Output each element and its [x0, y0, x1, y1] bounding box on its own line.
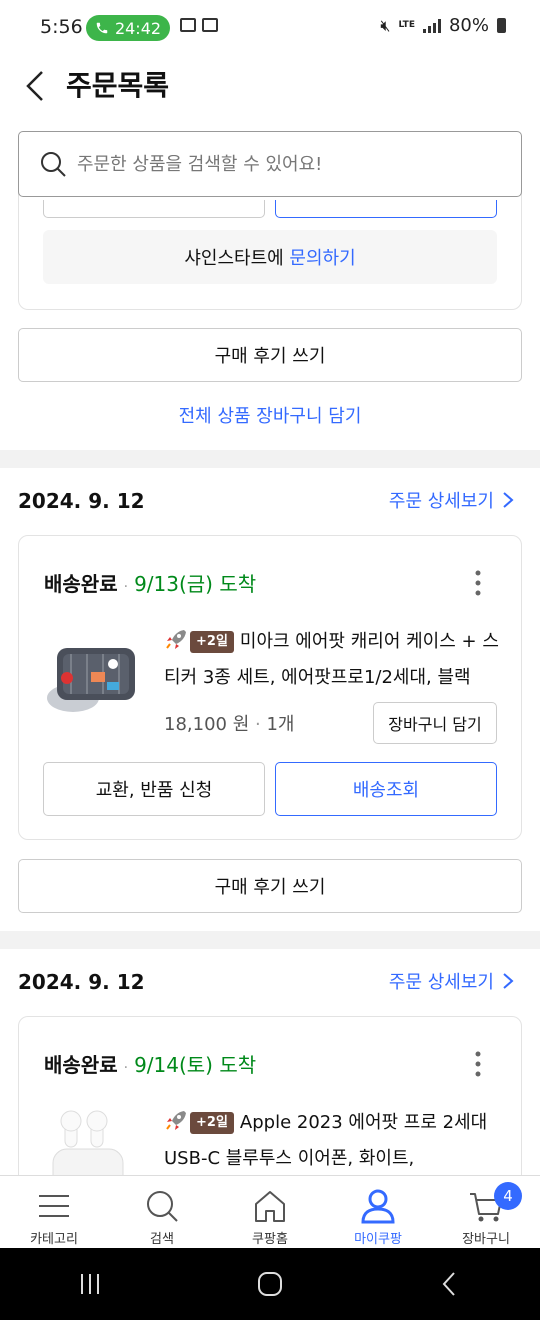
- video-icon: [202, 18, 218, 32]
- inquiry-link[interactable]: 문의하기: [289, 244, 355, 270]
- write-review-button[interactable]: 구매 후기 쓰기: [18, 859, 522, 913]
- mute-icon: 🔇︎: [380, 15, 391, 35]
- price-quantity: 18,100 원 · 1개: [164, 714, 295, 735]
- order-detail-link[interactable]: 주문 상세보기: [389, 487, 514, 513]
- tracking-button-partial[interactable]: [275, 200, 497, 218]
- delivery-status: 배송완료: [44, 572, 118, 596]
- delivery-status-line: 배송완료 · 9/13(금) 도착: [44, 568, 256, 597]
- product-quantity: 1개: [266, 714, 295, 735]
- delivery-days-badge: +2일: [190, 631, 234, 653]
- nav-search[interactable]: 검색: [108, 1176, 216, 1248]
- order-detail-label: 주문 상세보기: [388, 491, 494, 512]
- product-title[interactable]: +2일 미아크 에어팟 캐리어 케이스 + 스티커 3종 세트, 에어팟프로1/2…: [164, 624, 504, 696]
- lte-icon: LTE: [398, 20, 415, 30]
- call-timer: 24:42: [114, 18, 162, 38]
- add-to-cart-button[interactable]: 장바구니 담기: [373, 702, 497, 744]
- seller-inquiry-box[interactable]: 샤인스타트에 문의하기: [43, 230, 497, 284]
- exchange-return-button[interactable]: 교환, 반품 신청: [43, 762, 265, 816]
- arrival-date: 9/14(토) 도착: [134, 1053, 257, 1077]
- delivery-days-badge: +2일: [190, 1112, 234, 1134]
- status-time: 5:56: [40, 16, 83, 38]
- nav-home[interactable]: 쿠팡홈: [216, 1176, 324, 1248]
- search-bar[interactable]: [18, 131, 522, 197]
- order-date: 2024. 9. 12: [18, 489, 145, 513]
- product-thumbnail[interactable]: [43, 628, 143, 728]
- search-input[interactable]: [77, 153, 477, 175]
- add-all-to-cart-link[interactable]: 전체 상품 장바구니 담기: [0, 402, 540, 428]
- product-price: 18,100 원: [164, 714, 250, 735]
- order-date: 2024. 9. 12: [18, 970, 145, 994]
- recent-apps-icon[interactable]: [75, 1269, 105, 1299]
- track-delivery-button[interactable]: 배송조회: [275, 762, 497, 816]
- chevron-right-icon: [503, 973, 514, 989]
- section-divider: [0, 450, 540, 468]
- call-indicator[interactable]: 24:42: [86, 15, 170, 41]
- status-separator: ·: [123, 1060, 129, 1076]
- seller-inquiry-text: 샤인스타트에: [184, 248, 284, 269]
- nav-label: 쿠팡홈: [252, 1232, 288, 1247]
- home-icon: [255, 1191, 285, 1222]
- nav-category[interactable]: 카테고리: [0, 1176, 108, 1248]
- battery-icon: [497, 18, 506, 33]
- user-icon: [361, 1189, 395, 1224]
- chevron-right-icon: [503, 492, 514, 508]
- menu-icon: [39, 1195, 69, 1217]
- back-button-icon[interactable]: [435, 1269, 465, 1299]
- nav-label: 장바구니: [462, 1232, 510, 1247]
- exchange-button-partial[interactable]: [43, 200, 265, 218]
- more-options-icon[interactable]: [475, 1050, 481, 1078]
- search-icon: [41, 152, 66, 177]
- product-title[interactable]: +2일 Apple 2023 에어팟 프로 2세대 USB-C 블루투스 이어폰,…: [164, 1105, 504, 1177]
- search-icon: [147, 1191, 178, 1222]
- rocket-delivery-icon: [166, 630, 186, 649]
- home-button-icon[interactable]: [255, 1269, 285, 1299]
- nav-mycoupang[interactable]: 마이쿠팡: [324, 1176, 432, 1248]
- delivery-status: 배송완료: [44, 1053, 118, 1077]
- arrival-date: 9/13(금) 도착: [134, 572, 257, 596]
- bottom-nav: 카테고리 검색 쿠팡홈 마이쿠팡 4 장바구니: [0, 1175, 540, 1248]
- gallery-icon: [180, 18, 196, 32]
- rocket-delivery-icon: [166, 1111, 186, 1130]
- nav-label: 마이쿠팡: [354, 1232, 402, 1247]
- phone-icon: [96, 22, 108, 34]
- order-card: 배송완료 · 9/13(금) 도착 +2일 미아크 에어팟 캐리어 케이스 + 스…: [18, 535, 522, 840]
- status-bar: 5:56 24:42 🔇︎ LTE 80%: [0, 0, 540, 56]
- section-divider: [0, 931, 540, 949]
- back-arrow-icon[interactable]: [22, 66, 52, 106]
- signal-icon: [422, 18, 441, 33]
- page-title: 주문목록: [66, 69, 170, 102]
- nav-label: 검색: [150, 1232, 174, 1247]
- battery-percent: 80%: [448, 15, 489, 36]
- write-review-button[interactable]: 구매 후기 쓰기: [18, 328, 522, 382]
- order-detail-label: 주문 상세보기: [388, 972, 494, 993]
- order-detail-link[interactable]: 주문 상세보기: [389, 968, 514, 994]
- delivery-status-line: 배송완료 · 9/14(토) 도착: [44, 1049, 256, 1078]
- system-nav-bar: [0, 1248, 540, 1320]
- status-separator: ·: [123, 579, 129, 595]
- cart-count-badge: 4: [494, 1182, 522, 1210]
- nav-cart[interactable]: 4 장바구니: [432, 1176, 540, 1248]
- nav-label: 카테고리: [30, 1232, 78, 1247]
- app-header: 주문목록: [0, 56, 540, 116]
- more-options-icon[interactable]: [475, 569, 481, 597]
